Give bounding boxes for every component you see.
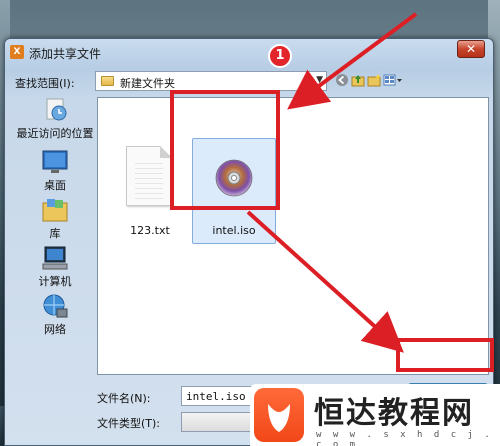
title-bar: X 添加共享文件 ✕	[5, 39, 493, 65]
view-menu-icon[interactable]	[383, 73, 403, 87]
place-label: 库	[49, 227, 61, 240]
watermark-title: 恒达教程网	[314, 396, 474, 431]
place-label: 计算机	[38, 275, 72, 288]
look-in-dropdown[interactable]: 新建文件夹 ▼	[95, 71, 327, 91]
libraries-icon	[41, 197, 69, 223]
recent-places-icon	[41, 97, 69, 123]
up-folder-icon[interactable]	[351, 73, 365, 87]
close-button[interactable]: ✕	[457, 40, 485, 58]
back-icon[interactable]	[335, 73, 349, 87]
highlight-box-file	[170, 90, 280, 210]
place-label: 最近访问的位置	[16, 127, 94, 140]
dialog-title: 添加共享文件	[29, 47, 102, 61]
place-network[interactable]: 网络	[13, 293, 97, 343]
filetype-label: 文件类型(T):	[97, 417, 161, 430]
folder-icon	[101, 76, 114, 86]
places-bar: 最近访问的位置 桌面 库 计算机 网络	[13, 97, 97, 337]
filename-label: 文件名(N):	[97, 392, 151, 405]
place-computer[interactable]: 计算机	[13, 245, 97, 295]
watermark: 恒达教程网 w w w . s x h d c j . c o m	[250, 384, 500, 446]
look-in-label: 查找范围(I):	[15, 77, 75, 90]
place-desktop[interactable]: 桌面	[13, 149, 97, 199]
file-name: intel.iso	[212, 224, 256, 237]
step-badge: 1	[268, 44, 292, 68]
network-icon	[41, 293, 69, 319]
watermark-url: w w w . s x h d c j . c o m	[316, 430, 493, 446]
text-file-icon	[126, 146, 172, 206]
file-list-view[interactable]: 123.txt intel.iso	[97, 97, 489, 375]
highlight-box-add-button	[396, 338, 494, 372]
file-name: 123.txt	[130, 224, 170, 237]
computer-icon	[41, 245, 69, 271]
chevron-down-icon: ▼	[316, 75, 323, 85]
place-libraries[interactable]: 库	[13, 197, 97, 247]
look-in-value: 新建文件夹	[120, 77, 175, 90]
place-label: 桌面	[44, 179, 66, 192]
place-label: 网络	[44, 323, 66, 336]
site-logo-icon	[254, 388, 304, 442]
place-recent[interactable]: 最近访问的位置	[13, 97, 97, 147]
desktop-icon	[41, 149, 69, 175]
new-folder-icon[interactable]	[367, 73, 381, 87]
navigation-toolbar	[335, 73, 405, 89]
app-logo-icon: X	[10, 45, 24, 59]
